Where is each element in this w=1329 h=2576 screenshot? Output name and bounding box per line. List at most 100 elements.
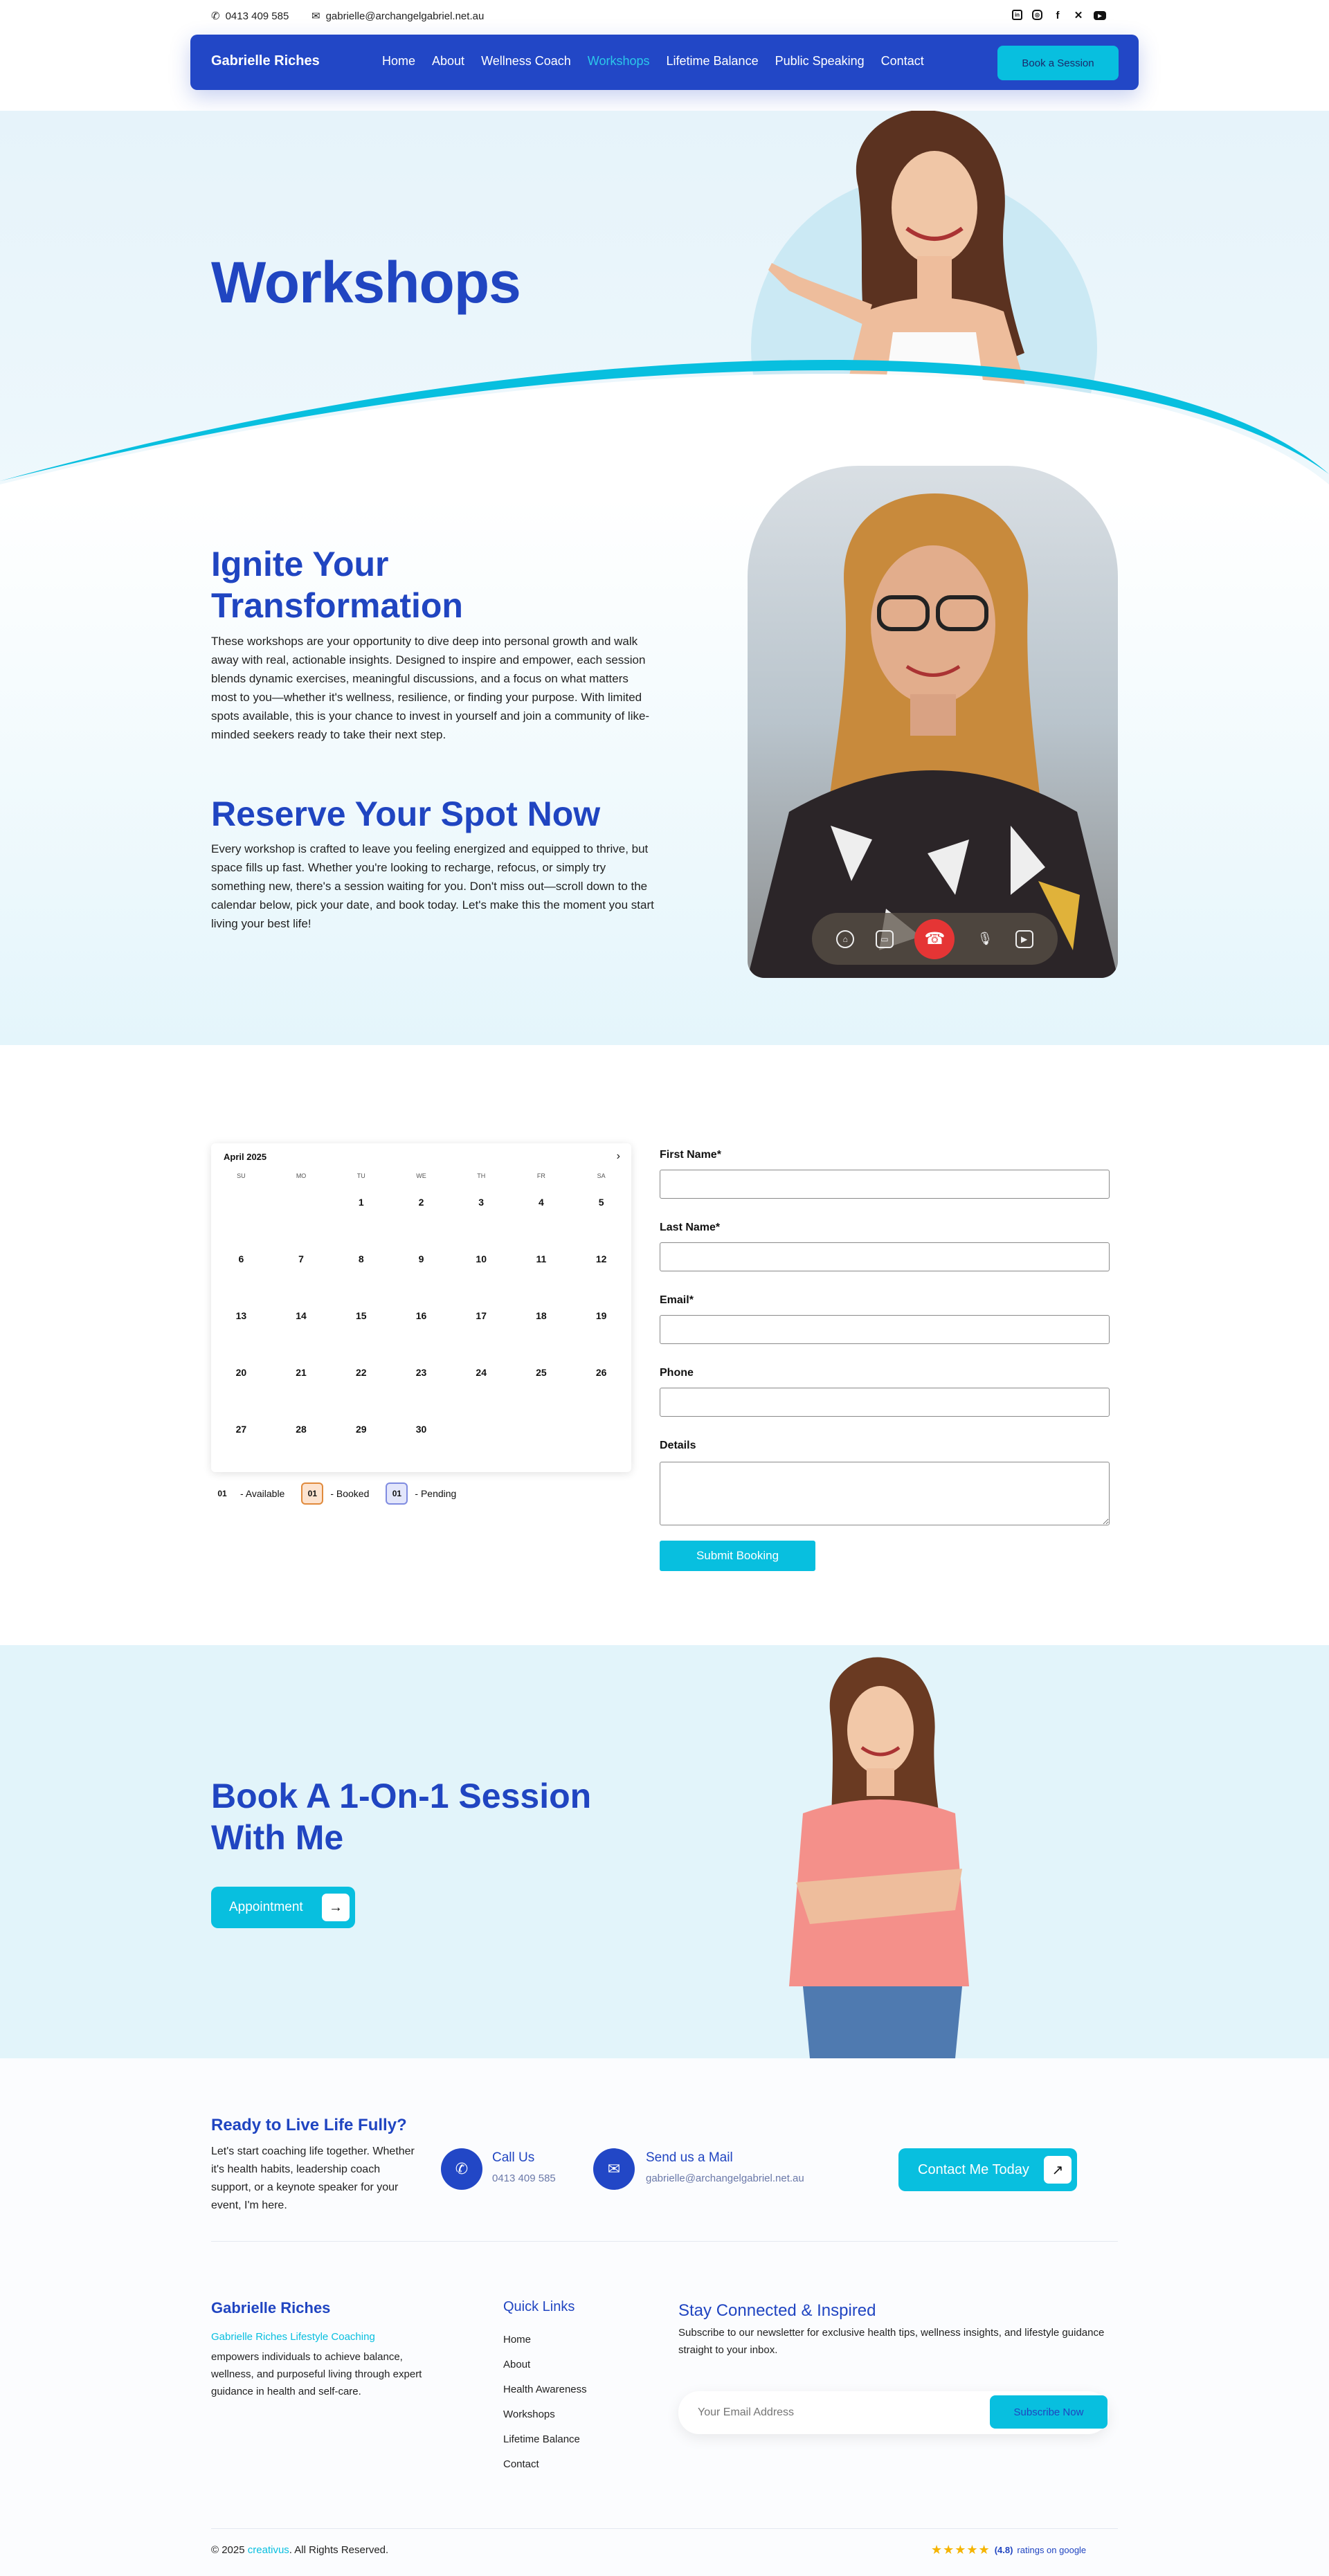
calendar-day[interactable]: 10 — [451, 1243, 512, 1300]
calendar-day[interactable]: 24 — [451, 1357, 512, 1413]
calendar-day[interactable]: 4 — [512, 1186, 572, 1243]
details-textarea[interactable] — [660, 1462, 1110, 1525]
calendar-day[interactable]: 14 — [271, 1300, 332, 1357]
calendar-day[interactable]: 23 — [391, 1357, 451, 1413]
footer-link-lifetime-balance[interactable]: Lifetime Balance — [503, 2433, 580, 2445]
calendar-day[interactable]: 21 — [271, 1357, 332, 1413]
video-camera-icon[interactable]: ▶ — [1015, 929, 1033, 948]
calendar-day[interactable]: 3 — [451, 1186, 512, 1243]
legend-pending-label: - Pending — [415, 1488, 457, 1499]
footer-divider — [211, 2241, 1118, 2242]
nav-link-workshops[interactable]: Workshops — [588, 54, 650, 69]
copyright-year: © 2025 — [211, 2544, 245, 2556]
copyright-text: . All Rights Reserved. — [289, 2544, 389, 2556]
chat-icon[interactable]: ▭ — [875, 929, 894, 948]
main-navigation: Gabrielle Riches Home About Wellness Coa… — [190, 35, 1139, 90]
topbar-phone[interactable]: ✆ 0413 409 585 — [211, 10, 289, 23]
camera-switch-icon[interactable]: ⌂ — [836, 929, 855, 948]
phone-icon: ✆ — [211, 10, 220, 22]
last-name-input[interactable] — [660, 1242, 1110, 1271]
microphone-icon[interactable]: 🎙 — [976, 930, 994, 948]
appointment-button[interactable]: Appointment → — [211, 1887, 355, 1928]
arrow-right-icon: → — [322, 1894, 350, 1921]
nav-link-lifetime-balance[interactable]: Lifetime Balance — [667, 54, 759, 69]
calendar-day[interactable]: 18 — [512, 1300, 572, 1357]
footer-link-workshops[interactable]: Workshops — [503, 2409, 555, 2420]
mail-value[interactable]: gabrielle@archangelgabriel.net.au — [646, 2173, 804, 2184]
calendar-day[interactable]: 5 — [571, 1186, 631, 1243]
linkedin-icon[interactable]: in — [1012, 10, 1022, 20]
call-value[interactable]: 0413 409 585 — [492, 2173, 556, 2184]
end-call-icon[interactable]: ☎ — [914, 918, 955, 959]
calendar-day[interactable]: 7 — [271, 1243, 332, 1300]
nav-link-home[interactable]: Home — [382, 54, 415, 69]
nav-link-contact[interactable]: Contact — [881, 54, 924, 69]
footer-link-about[interactable]: About — [503, 2359, 530, 2370]
calendar-day[interactable]: 28 — [271, 1413, 332, 1470]
calendar-day[interactable]: 16 — [391, 1300, 451, 1357]
calendar-day[interactable]: 15 — [331, 1300, 391, 1357]
calendar-day[interactable]: 11 — [512, 1243, 572, 1300]
footer — [0, 2058, 1329, 2576]
footer-link-health-awareness[interactable]: Health Awareness — [503, 2384, 587, 2395]
calendar-day[interactable]: 13 — [211, 1300, 271, 1357]
calendar-day[interactable]: 8 — [331, 1243, 391, 1300]
woman-arms-crossed-image — [789, 1657, 969, 2058]
nav-link-about[interactable]: About — [432, 54, 464, 69]
calendar-empty-cell — [571, 1413, 631, 1470]
calendar-grid: SU MO TU WE TH FR SA 1 2 3 4 5 6 7 8 9 10 11 12 13 14 15 16 17 1… — [211, 1172, 631, 1470]
hero-wave-divider — [0, 360, 1329, 498]
newsletter-email-input[interactable] — [698, 2402, 975, 2424]
instagram-icon[interactable]: ◎ — [1032, 10, 1042, 20]
social-links: in ◎ f ✕ ▶ — [1012, 10, 1106, 21]
first-name-input[interactable] — [660, 1170, 1110, 1199]
nav-link-public-speaking[interactable]: Public Speaking — [775, 54, 865, 69]
ready-title: Ready to Live Life Fully? — [211, 2116, 407, 2134]
submit-booking-button[interactable]: Submit Booking — [660, 1541, 815, 1571]
nav-link-wellness-coach[interactable]: Wellness Coach — [481, 54, 571, 69]
ready-text: Let's start coaching life together. Whet… — [211, 2146, 415, 2211]
x-icon[interactable]: ✕ — [1073, 10, 1084, 21]
calendar-day[interactable]: 20 — [211, 1357, 271, 1413]
google-rating: ★★★★★ (4.8) ratings on google — [931, 2543, 1086, 2557]
calendar-day[interactable]: 9 — [391, 1243, 451, 1300]
booking-calendar: April 2025 › SU MO TU WE TH FR SA 1 2 3 4 5 6 7 8 9 10 11… — [211, 1143, 631, 1472]
calendar-day[interactable]: 19 — [571, 1300, 631, 1357]
contact-me-button[interactable]: Contact Me Today ↗ — [898, 2148, 1077, 2191]
calendar-day[interactable]: 25 — [512, 1357, 572, 1413]
topbar-email[interactable]: ✉ gabrielle@archangelgabriel.net.au — [311, 10, 484, 23]
video-call-controls: ⌂ ▭ ☎ 🎙 ▶ — [812, 913, 1058, 965]
phone-input[interactable] — [660, 1388, 1110, 1417]
call-label: Call Us — [492, 2150, 535, 2165]
calendar-day[interactable]: 6 — [211, 1243, 271, 1300]
book-session-button[interactable]: Book a Session — [997, 46, 1119, 80]
calendar-day[interactable]: 29 — [331, 1413, 391, 1470]
footer-brand-text: empowers individuals to achieve balance,… — [211, 2351, 422, 2397]
footer-link-contact[interactable]: Contact — [503, 2458, 539, 2470]
facebook-icon[interactable]: f — [1052, 10, 1063, 21]
calendar-day[interactable]: 12 — [571, 1243, 631, 1300]
calendar-next-icon[interactable]: › — [617, 1150, 620, 1163]
subscribe-button[interactable]: Subscribe Now — [990, 2395, 1108, 2429]
rating-value: (4.8) — [994, 2545, 1013, 2555]
calendar-day[interactable]: 30 — [391, 1413, 451, 1470]
calendar-day[interactable]: 27 — [211, 1413, 271, 1470]
intro-paragraph: These workshops are your opportunity to … — [211, 635, 650, 741]
calendar-day[interactable]: 1 — [331, 1186, 391, 1243]
calendar-day[interactable]: 22 — [331, 1357, 391, 1413]
legend-booked-box: 01 — [301, 1482, 324, 1505]
appointment-label: Appointment — [229, 1900, 303, 1914]
weekday-label: WE — [416, 1172, 426, 1179]
weekday-label: SU — [237, 1172, 246, 1179]
footer-link-home[interactable]: Home — [503, 2334, 531, 2346]
session-heading: Book A 1-On-1 Session With Me — [211, 1777, 592, 1857]
newsletter-title: Stay Connected & Inspired — [678, 2301, 876, 2320]
youtube-icon[interactable]: ▶ — [1094, 11, 1106, 20]
mail-circle-icon: ✉ — [593, 2148, 635, 2190]
brand-logo[interactable]: Gabrielle Riches — [211, 53, 320, 69]
calendar-day[interactable]: 17 — [451, 1300, 512, 1357]
calendar-day[interactable]: 2 — [391, 1186, 451, 1243]
email-input[interactable] — [660, 1315, 1110, 1344]
calendar-day[interactable]: 26 — [571, 1357, 631, 1413]
copyright-brand-link[interactable]: creativus — [248, 2544, 289, 2556]
